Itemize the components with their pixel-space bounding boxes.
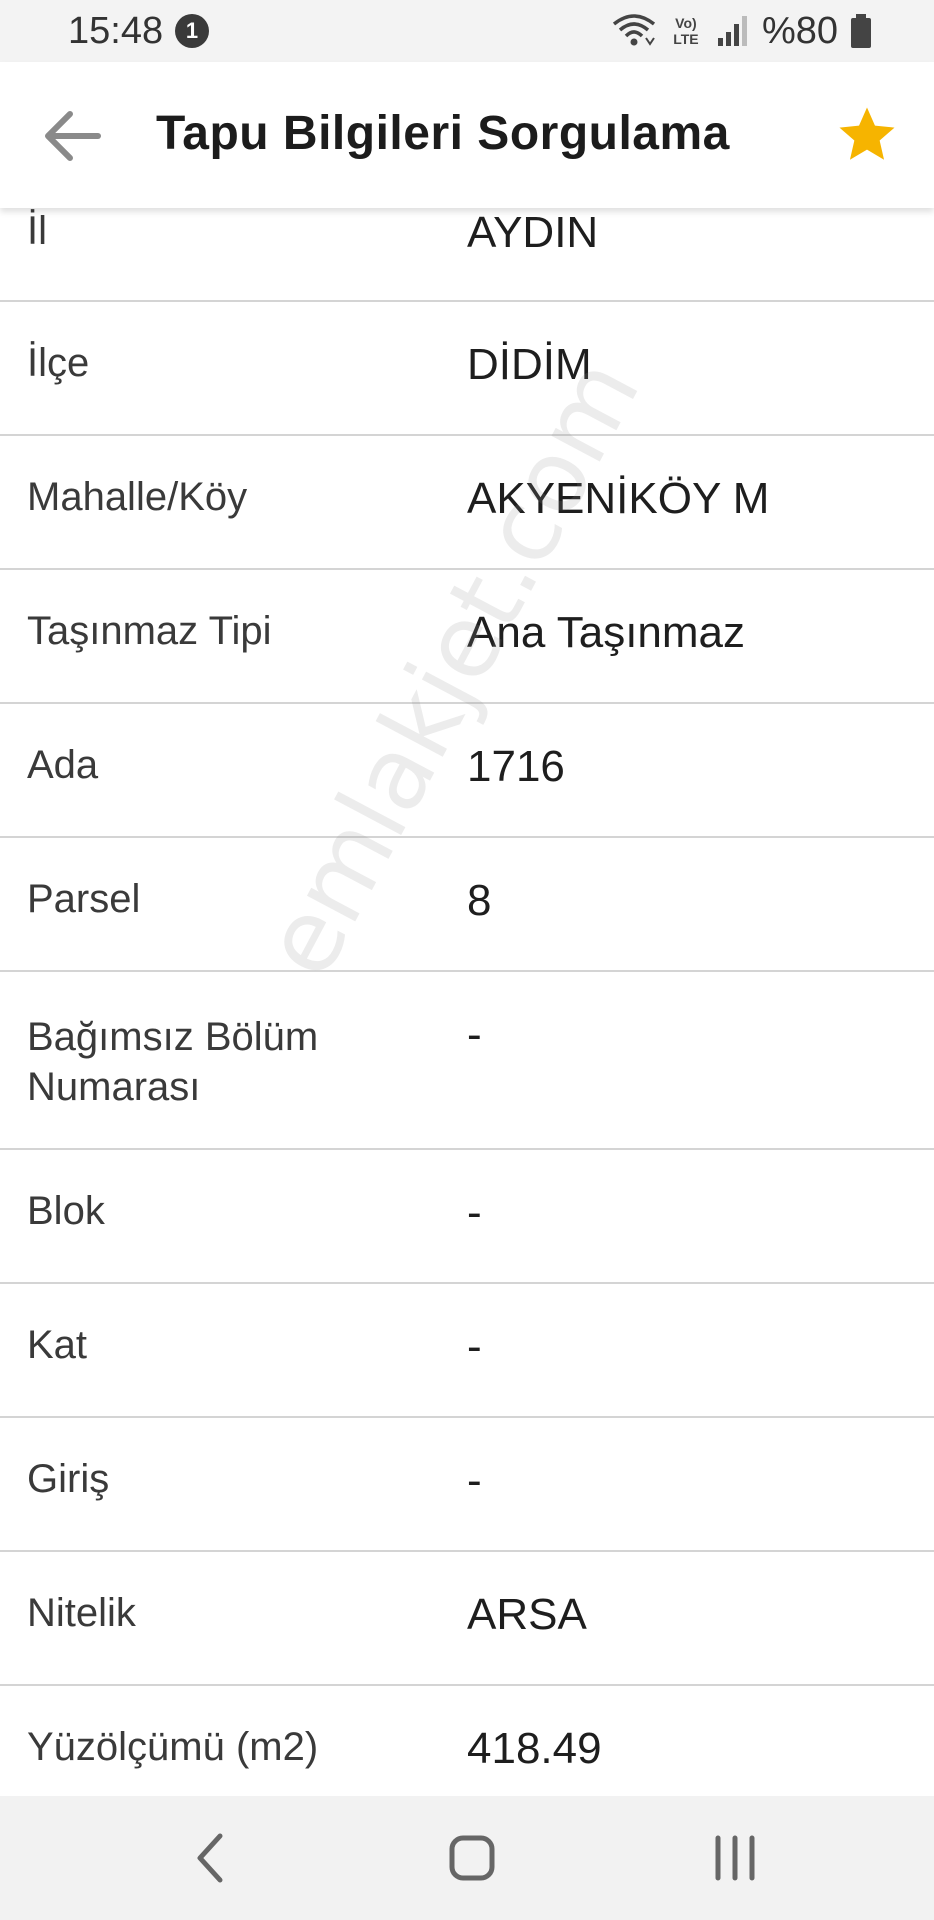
row-label: Kat (27, 1323, 88, 1367)
row-label: Blok (27, 1189, 105, 1233)
row-label: Parsel (27, 877, 141, 921)
battery-icon (851, 14, 871, 48)
signal-icon (717, 16, 747, 46)
wifi-icon (612, 14, 656, 46)
system-nav-bar (0, 1796, 934, 1920)
row-value: AKYENİKÖY M (467, 474, 770, 523)
row-label: Bağımsız Bölüm Numarası (27, 1015, 319, 1109)
star-icon (839, 107, 895, 160)
row-value: - (467, 1456, 482, 1505)
row-value: ARSA (467, 1590, 587, 1639)
row-value: - (467, 1188, 482, 1237)
status-indicators: Vo) LTE %80 (612, 8, 872, 54)
list-item: İlçe DİDİM (0, 302, 934, 436)
arrow-left-icon (45, 111, 101, 161)
row-label: Yüzölçümü (m2) (27, 1725, 319, 1769)
nav-back-icon (197, 1833, 223, 1883)
list-item: Giriş - (0, 1418, 934, 1552)
row-label: Mahalle/Köy (27, 475, 248, 519)
list-item: Bağımsız Bölüm Numarası - (0, 972, 934, 1150)
row-value: 8 (467, 876, 492, 925)
volte-icon: Vo) LTE (673, 15, 699, 47)
property-info-list: İl AYDIN İlçe DİDİM Mahalle/Köy AKYENİKÖ… (0, 208, 934, 1796)
list-item: Kat - (0, 1284, 934, 1418)
row-value: 1716 (467, 742, 565, 791)
list-item: Nitelik ARSA (0, 1552, 934, 1686)
status-bar: 15:48 1 Vo) LTE %80 (0, 0, 934, 62)
favorite-button[interactable] (834, 102, 900, 168)
list-item: İl AYDIN (0, 208, 934, 302)
row-value: DİDİM (467, 340, 592, 389)
list-item: Ada 1716 (0, 704, 934, 838)
nav-home-icon (449, 1835, 495, 1881)
list-item: Taşınmaz Tipi Ana Taşınmaz (0, 570, 934, 704)
row-value: - (467, 1010, 482, 1059)
page-title: Tapu Bilgileri Sorgulama (156, 107, 730, 160)
list-item: Mahalle/Köy AKYENİKÖY M (0, 436, 934, 570)
row-label: İlçe (27, 341, 90, 385)
list-item: Yüzölçümü (m2) 418.49 (0, 1686, 934, 1796)
status-time: 15:48 (68, 10, 164, 52)
nav-home-button[interactable] (437, 1826, 507, 1890)
row-value: 418.49 (467, 1724, 602, 1773)
nav-recents-button[interactable] (700, 1826, 770, 1890)
app-bar: Tapu Bilgileri Sorgulama (0, 62, 934, 208)
row-label: İl (27, 209, 47, 253)
list-item: Blok - (0, 1150, 934, 1284)
battery-percent: %80 (761, 9, 838, 52)
row-label: Ada (27, 743, 99, 787)
back-button[interactable] (40, 104, 104, 168)
row-value: Ana Taşınmaz (467, 608, 746, 657)
row-value: AYDIN (467, 208, 599, 257)
nav-recents-icon (715, 1835, 755, 1881)
row-label: Taşınmaz Tipi (27, 609, 272, 653)
list-item: Parsel 8 (0, 838, 934, 972)
notification-badge: 1 (175, 14, 209, 48)
row-label: Giriş (27, 1457, 110, 1501)
row-value: - (467, 1322, 482, 1371)
nav-back-button[interactable] (176, 1826, 246, 1890)
row-label: Nitelik (27, 1591, 136, 1635)
